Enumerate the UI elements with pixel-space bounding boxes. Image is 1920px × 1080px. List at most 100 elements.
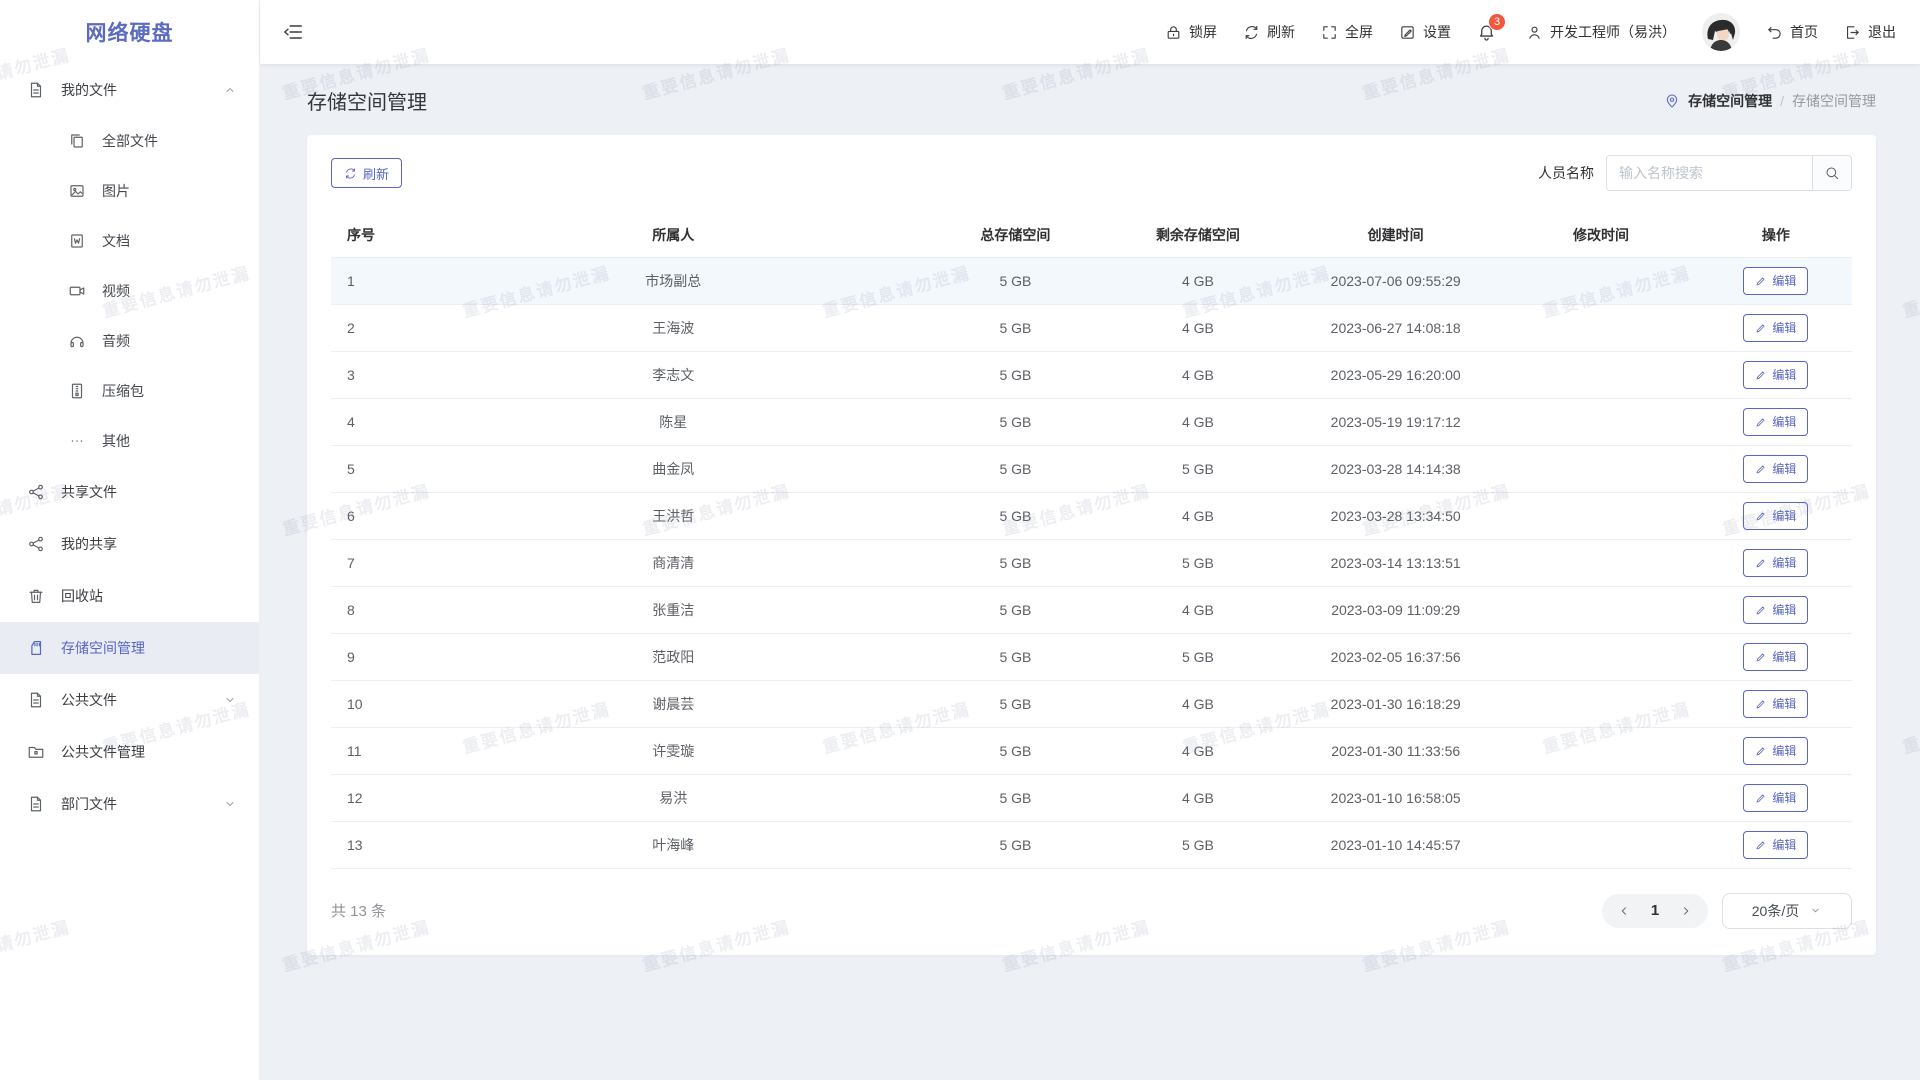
search-icon [1824,165,1840,181]
cell-actions: 编辑 [1700,304,1852,351]
sidebar-item-文档[interactable]: 文档 [0,216,259,266]
sidebar-item-公共文件管理[interactable]: 公共文件管理 [0,726,259,778]
cell-modified [1502,774,1700,821]
sidebar-item-label: 全部文件 [102,131,158,151]
current-user[interactable]: 开发工程师（易洪） [1526,22,1676,42]
edit-button[interactable]: 编辑 [1743,690,1808,718]
edit-button[interactable]: 编辑 [1743,455,1808,483]
cell-owner: 市场副总 [422,257,924,304]
cell-index: 4 [331,398,422,445]
prev-page-button[interactable] [1608,894,1640,928]
next-page-button[interactable] [1670,894,1702,928]
table-row-9: 9范政阳5 GB5 GB2023-02-05 16:37:56编辑 [331,633,1852,680]
fullscreen-button[interactable]: 全屏 [1321,22,1373,42]
sidebar-item-图片[interactable]: 图片 [0,166,259,216]
edit-button[interactable]: 编辑 [1743,361,1808,389]
cell-total: 5 GB [924,680,1107,727]
content-area: 存储空间管理 存储空间管理 / 存储空间管理 刷新 人员名称 [260,64,1920,1080]
breadcrumb-item-first[interactable]: 存储空间管理 [1688,91,1772,111]
edit-button[interactable]: 编辑 [1743,549,1808,577]
cell-owner: 王海波 [422,304,924,351]
edit-button-label: 编辑 [1772,742,1796,759]
notification-button[interactable]: 3 [1477,23,1496,42]
edit-button[interactable]: 编辑 [1743,784,1808,812]
cell-owner: 王洪哲 [422,492,924,539]
video-icon [68,282,86,300]
lock-button[interactable]: 锁屏 [1165,22,1217,42]
edit-button-label: 编辑 [1772,648,1796,665]
column-header-6: 操作 [1700,213,1852,257]
cell-remaining: 5 GB [1107,633,1290,680]
pencil-icon [1755,792,1767,804]
cell-created: 2023-01-30 16:18:29 [1289,680,1502,727]
chevron-down-icon [1809,904,1822,917]
edit-button[interactable]: 编辑 [1743,831,1808,859]
refresh-button[interactable]: 刷新 [331,158,402,188]
pencil-icon [1755,698,1767,710]
cell-index: 2 [331,304,422,351]
cell-index: 13 [331,821,422,868]
cell-owner: 张重洁 [422,586,924,633]
cell-actions: 编辑 [1700,633,1852,680]
logout-button[interactable]: 退出 [1844,22,1896,42]
home-icon [1766,24,1783,41]
sidebar-item-公共文件[interactable]: 公共文件 [0,674,259,726]
sidebar-item-音频[interactable]: 音频 [0,316,259,366]
cell-remaining: 4 GB [1107,680,1290,727]
cell-remaining: 4 GB [1107,727,1290,774]
sidebar-item-共享文件[interactable]: 共享文件 [0,466,259,518]
edit-button[interactable]: 编辑 [1743,267,1808,295]
sidebar-item-部门文件[interactable]: 部门文件 [0,778,259,830]
cell-owner: 李志文 [422,351,924,398]
cell-created: 2023-01-30 11:33:56 [1289,727,1502,774]
edit-button[interactable]: 编辑 [1743,596,1808,624]
settings-button[interactable]: 设置 [1399,22,1451,42]
cell-actions: 编辑 [1700,257,1852,304]
page-size-value: 20条/页 [1752,901,1799,921]
sidebar-item-压缩包[interactable]: 压缩包 [0,366,259,416]
home-button[interactable]: 首页 [1766,22,1818,42]
pencil-icon [1755,839,1767,851]
lock-icon [1165,24,1182,41]
edit-button-label: 编辑 [1772,836,1796,853]
cell-modified [1502,257,1700,304]
cell-total: 5 GB [924,445,1107,492]
collapse-sidebar-icon[interactable] [282,21,304,43]
search-input[interactable] [1607,156,1812,190]
cell-remaining: 4 GB [1107,257,1290,304]
edit-button[interactable]: 编辑 [1743,502,1808,530]
sidebar-item-存储空间管理[interactable]: 存储空间管理 [0,622,259,674]
cell-modified [1502,304,1700,351]
sidebar-item-视频[interactable]: 视频 [0,266,259,316]
table-header-row: 序号所属人总存储空间剩余存储空间创建时间修改时间操作 [331,213,1852,257]
sidebar-item-我的文件[interactable]: 我的文件 [0,64,259,116]
edit-button[interactable]: 编辑 [1743,737,1808,765]
refresh-button[interactable]: 刷新 [1243,22,1295,42]
cell-index: 5 [331,445,422,492]
table-row-11: 11许雯璇5 GB4 GB2023-01-30 11:33:56编辑 [331,727,1852,774]
edit-button[interactable]: 编辑 [1743,643,1808,671]
sidebar-item-全部文件[interactable]: 全部文件 [0,116,259,166]
page-number[interactable]: 1 [1640,902,1670,919]
avatar[interactable] [1702,13,1740,51]
cell-remaining: 4 GB [1107,351,1290,398]
cell-modified [1502,680,1700,727]
edit-button-label: 编辑 [1772,460,1796,477]
pencil-icon [1755,322,1767,334]
pagination: 1 20条/页 [1602,893,1852,929]
sidebar-item-我的共享[interactable]: 我的共享 [0,518,259,570]
table-row-3: 3李志文5 GB4 GB2023-05-29 16:20:00编辑 [331,351,1852,398]
location-pin-icon [1664,93,1680,109]
sidebar-item-label: 压缩包 [102,381,144,401]
edit-button[interactable]: 编辑 [1743,314,1808,342]
search-button[interactable] [1812,156,1851,190]
cell-index: 6 [331,492,422,539]
settings-icon [1399,24,1416,41]
pencil-icon [1755,369,1767,381]
sidebar-item-其他[interactable]: 其他 [0,416,259,466]
page-size-select[interactable]: 20条/页 [1722,893,1852,929]
cell-owner: 范政阳 [422,633,924,680]
tool-label: 锁屏 [1189,22,1217,42]
edit-button[interactable]: 编辑 [1743,408,1808,436]
sidebar-item-回收站[interactable]: 回收站 [0,570,259,622]
